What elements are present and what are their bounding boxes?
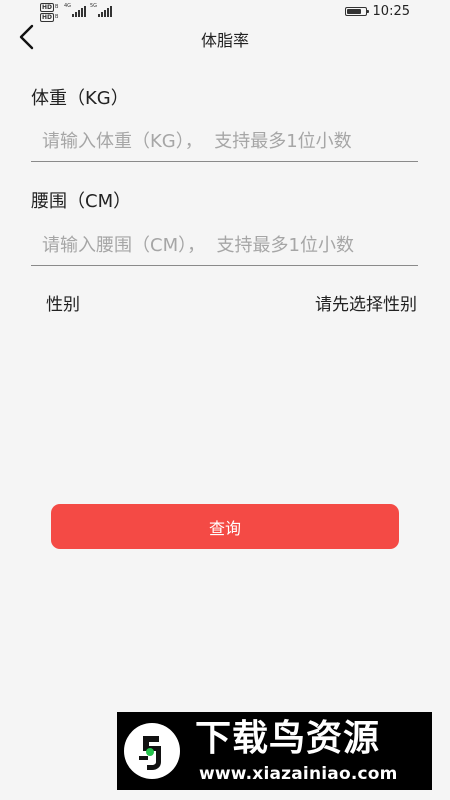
signal-strength-icon (72, 5, 86, 17)
network-type-label: 4G (64, 3, 72, 9)
bird-logo-icon (124, 723, 180, 779)
signal-strength-icon (98, 5, 112, 17)
battery-icon (344, 7, 369, 16)
status-bar: HD B HD B 4G 5G 10:25 (0, 0, 450, 24)
weight-input[interactable] (31, 122, 418, 162)
waist-label: 腰围（CM） (31, 191, 132, 212)
page-title: 体脂率 (200, 31, 249, 50)
hd-badge: HD (40, 3, 55, 12)
network-type-label: 5G (90, 3, 98, 9)
gender-select[interactable]: 请先选择性别 (315, 290, 417, 315)
nav-bar: 体脂率 (0, 24, 450, 50)
status-time: 10:25 (372, 4, 410, 19)
waist-input[interactable] (31, 226, 418, 266)
sim-slot-label: B (55, 14, 59, 20)
sim-slot-label: B (55, 4, 59, 10)
weight-label: 体重（KG） (31, 88, 129, 109)
battery-level (346, 9, 361, 14)
hd-badge: HD (40, 13, 55, 22)
watermark-url: www.xiazainiao.com (199, 764, 398, 784)
watermark-title: 下载鸟资源 (195, 718, 381, 759)
query-button[interactable]: 查询 (51, 504, 399, 549)
gender-label: 性别 (46, 295, 80, 315)
watermark-banner: 下载鸟资源 www.xiazainiao.com (117, 712, 432, 790)
status-right: 10:25 (344, 4, 410, 19)
